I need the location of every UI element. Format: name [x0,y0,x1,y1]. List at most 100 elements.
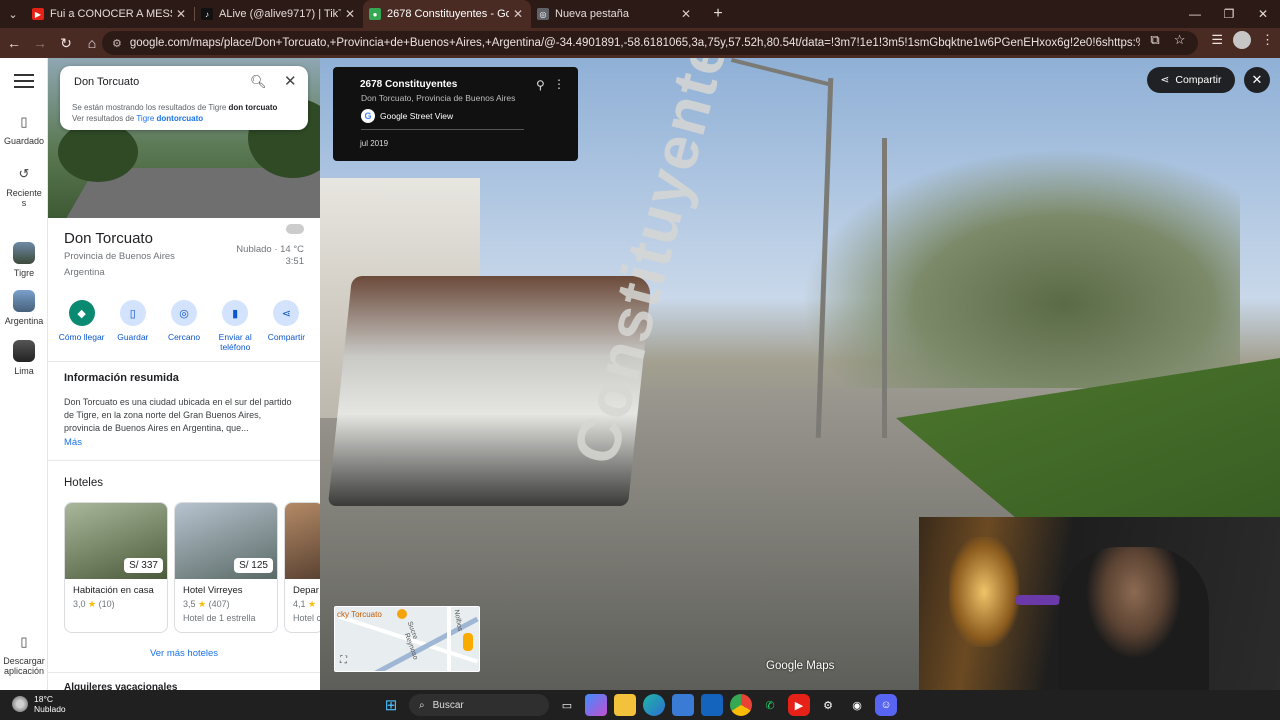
task-view-icon[interactable]: ▭ [556,694,578,716]
send-to-phone-button[interactable]: ▮ Enviar al teléfono [210,300,261,352]
webcam-mic [1015,595,1061,605]
hint-bold: don torcuato [228,103,278,112]
action-label: Guardar [117,332,149,342]
new-tab-favicon-icon: ◎ [537,8,549,20]
action-row: ◆ Cómo llegar ▯ Guardar ◎ Cercano ▮ Envi… [56,300,312,352]
steam-icon[interactable]: ⚙ [817,694,839,716]
browser-tab[interactable]: ◎ Nueva pestaña ✕ [531,0,699,28]
back-icon[interactable]: ← [2,31,26,55]
chrome-icon[interactable] [730,694,752,716]
windows-start-icon[interactable]: ⊞ [380,694,402,716]
sv-capture-date[interactable]: jul 2019 [360,139,388,148]
store-icon[interactable] [672,694,694,716]
close-tab-icon[interactable]: ✕ [345,7,355,21]
location-pin-icon[interactable]: ⚲ [536,78,545,92]
menu-icon[interactable] [14,74,34,92]
rail-item-recent-place[interactable]: Tigre [0,242,48,278]
browser-toolbar: ← → ↻ ⌂ ⚙ google.com/maps/place/Don+Torc… [0,28,1280,58]
hotel-photo: S/ 337 [65,503,167,579]
search-box[interactable]: Don Torcuato 🔍︎ ✕ Se están mostrando los… [60,66,308,130]
taskbar-weather[interactable]: 18°C Nublado [12,694,66,714]
profile-avatar[interactable] [1233,31,1251,49]
close-window-icon[interactable]: ✕ [1246,0,1280,28]
divider [361,129,524,130]
close-tab-icon[interactable]: ✕ [176,7,186,21]
maps-left-rail: ▯ Guardado ↺ Recientes Tigre Argentina L… [0,58,48,690]
forward-icon[interactable]: → [28,31,52,55]
see-more-hotels-link[interactable]: Ver más hoteles [48,648,320,659]
share-button[interactable]: ⋖ Compartir [261,300,312,352]
street-view-minimap[interactable]: cky Torcuato Sucre Reynoso Nolbos ⛶ [334,606,480,672]
hotel-price: S/ 125 [234,558,273,573]
share-icon: ⋖ [273,300,300,326]
hotel-card[interactable]: S/ 337 Habitación en casa 3,0 ★ (10) [64,502,168,633]
close-tab-icon[interactable]: ✕ [513,7,523,21]
hotel-card[interactable]: Depar 4,1 ★ Hotel c [284,502,320,633]
rail-item-recent-place[interactable]: Argentina [0,290,48,326]
save-button[interactable]: ▯ Guardar [107,300,158,352]
browser-tab[interactable]: ▶ Fui a CONOCER A MESSI al ent ✕ [26,0,194,28]
rail-item-download-app[interactable]: ▯ Descargar aplicación [0,632,48,676]
file-explorer-icon[interactable] [614,694,636,716]
discord-icon[interactable]: ☺ [875,694,897,716]
reload-icon[interactable]: ↻ [54,31,78,55]
taskbar-condition: Nublado [34,704,66,714]
browser-menu-icon[interactable]: ⋮ [1261,32,1274,48]
hotel-card[interactable]: S/ 125 Hotel Virreyes 3,5 ★ (407) Hotel … [174,502,278,633]
hotel-carousel: S/ 337 Habitación en casa 3,0 ★ (10) S/ … [64,502,320,634]
directions-button[interactable]: ◆ Cómo llegar [56,300,107,352]
sv-brand: G Google Street View [361,109,453,123]
outlook-icon[interactable] [701,694,723,716]
share-label: Compartir [1175,74,1222,86]
rail-item-recent-place[interactable]: Lima [0,340,48,376]
new-tab-button[interactable]: + [707,5,729,23]
taskbar-search[interactable]: ⌕ Buscar [409,694,549,716]
close-street-view-icon[interactable]: ✕ [1244,67,1270,93]
more-link[interactable]: Más [64,437,82,448]
close-tab-icon[interactable]: ✕ [681,7,691,21]
close-icon[interactable]: ✕ [284,72,297,90]
rail-item-saved[interactable]: ▯ Guardado [0,112,48,146]
history-icon: ↺ [18,166,30,181]
hotels-title: Hoteles [64,477,103,489]
hotel-class: Hotel de 1 estrella [183,613,256,623]
address-bar[interactable]: ⚙ google.com/maps/place/Don+Torcuato,+Pr… [102,31,1198,55]
minimize-icon[interactable]: — [1178,0,1212,28]
webcam-overlay [919,517,1280,690]
whatsapp-icon[interactable]: ✆ [759,694,781,716]
star-icon: ★ [198,599,207,609]
hotel-rating: 3,0 ★ (10) [73,599,115,609]
site-info-icon[interactable]: ⚙ [112,37,122,50]
more-options-icon[interactable]: ⋮ [553,77,565,91]
search-input[interactable]: Don Torcuato [74,76,139,88]
restore-icon[interactable]: ❐ [1212,0,1246,28]
copilot-icon[interactable] [585,694,607,716]
action-label: Cómo llegar [58,332,105,342]
youtube-icon[interactable]: ▶ [788,694,810,716]
share-button[interactable]: ⋖ Compartir [1147,67,1235,93]
place-thumbnail [13,290,35,312]
rail-label: Guardado [3,136,45,146]
summary-title: Información resumida [64,372,179,384]
tab-title: 2678 Constituyentes - Google M [387,8,509,20]
hotel-name: Depar [293,585,319,596]
browser-tab[interactable]: ♪ ALive (@alive9717) | TikTok ✕ [195,0,363,28]
nearby-button[interactable]: ◎ Cercano [158,300,209,352]
sv-brand-label: Google Street View [380,111,454,121]
edge-icon[interactable] [643,694,665,716]
hint-link[interactable]: Tigre [136,114,154,123]
rail-item-recent[interactable]: ↺ Recientes [0,164,48,208]
search-icon[interactable]: 🔍︎ [250,74,267,90]
reading-list-icon[interactable]: ☰ [1211,32,1223,48]
install-app-icon[interactable]: ⧉ [1150,32,1159,48]
pegman-icon[interactable] [463,633,473,651]
home-icon[interactable]: ⌂ [80,31,104,55]
bookmark-star-icon[interactable]: ☆ [1174,32,1186,48]
hint-link[interactable]: dontorcuato [157,114,204,123]
browser-tab-active[interactable]: ● 2678 Constituyentes - Google M ✕ [363,0,531,28]
summary-text: Don Torcuato es una ciudad ubicada en el… [64,397,292,433]
fullscreen-icon[interactable]: ⛶ [340,655,347,666]
hotel-photo: S/ 125 [175,503,277,579]
obs-icon[interactable]: ◉ [846,694,868,716]
tab-search-icon[interactable]: ⌄ [0,0,26,28]
